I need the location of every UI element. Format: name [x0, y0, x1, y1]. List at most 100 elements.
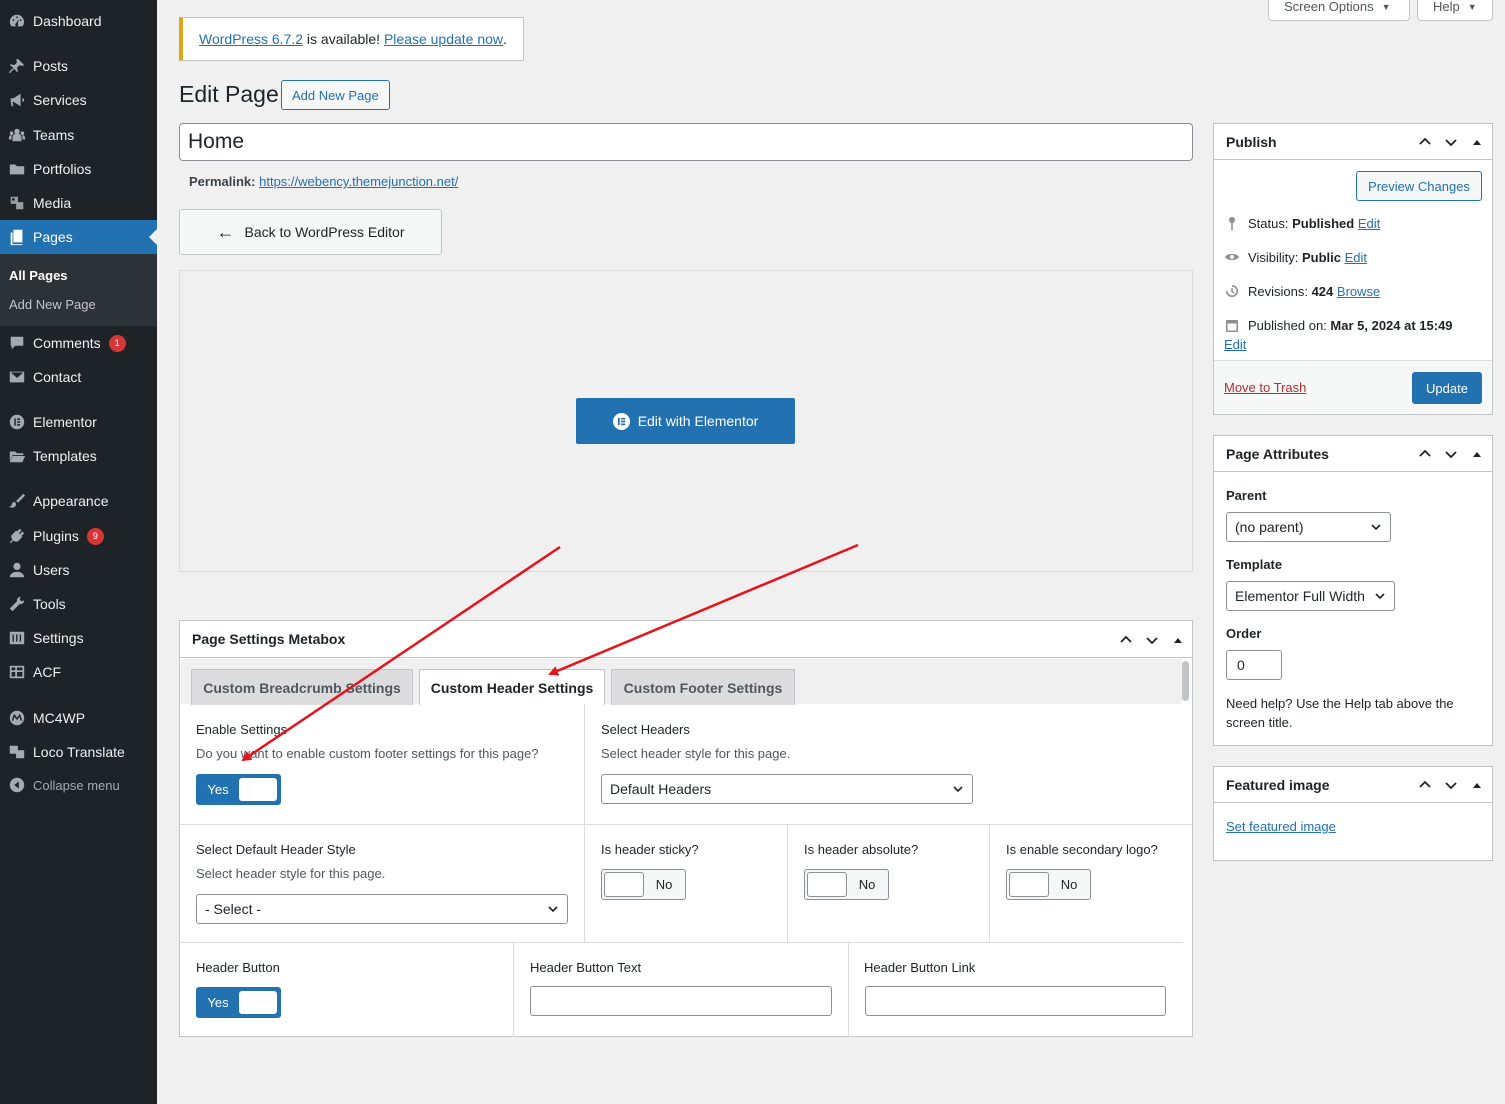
back-button-label: Back to WordPress Editor [244, 224, 405, 240]
toggle-panel-icon[interactable] [1466, 443, 1488, 465]
post-title-input[interactable] [179, 123, 1193, 161]
divider [513, 942, 514, 1037]
tab-custom-breadcrumb-settings[interactable]: Custom Breadcrumb Settings [191, 669, 413, 705]
header-button-toggle[interactable]: Yes [196, 987, 281, 1018]
sidebar-item-posts[interactable]: Posts [0, 49, 157, 83]
sidebar-item-mc4wp[interactable]: MC4WP [0, 701, 157, 735]
sidebar-item-pages[interactable]: Pages [0, 220, 157, 254]
help-button[interactable]: Help ▼ [1417, 0, 1493, 21]
attributes-help-text: Need help? Use the Help tab above the sc… [1226, 696, 1454, 730]
move-up-icon[interactable] [1116, 630, 1136, 650]
update-button[interactable]: Update [1412, 372, 1482, 404]
screen-options-button[interactable]: Screen Options ▼ [1268, 0, 1410, 21]
parent-dropdown[interactable]: (no parent) [1226, 512, 1391, 542]
template-dropdown[interactable]: Elementor Full Width [1226, 581, 1395, 611]
revisions-browse-link[interactable]: Browse [1337, 284, 1380, 299]
header-button-label: Header Button [196, 960, 280, 975]
order-input[interactable]: 0 [1226, 650, 1282, 680]
sidebar-item-media[interactable]: Media [0, 186, 157, 220]
sidebar-item-templates[interactable]: Templates [0, 439, 157, 473]
visibility-edit-link[interactable]: Edit [1345, 250, 1367, 265]
megaphone-icon [0, 91, 33, 109]
revisions-row: Revisions: 424 Browse [1224, 283, 1380, 299]
publish-header: Publish [1214, 124, 1492, 160]
toggle-panel-icon[interactable] [1168, 630, 1188, 650]
toggle-panel-icon[interactable] [1466, 131, 1488, 153]
submenu-add-new-page[interactable]: Add New Page [9, 297, 96, 312]
header-sticky-toggle[interactable]: No [601, 869, 686, 900]
toggle-knob [807, 872, 847, 897]
sidebar-item-loco-translate[interactable]: Loco Translate [0, 735, 157, 769]
back-to-wordpress-editor-button[interactable]: ← Back to WordPress Editor [179, 209, 442, 255]
metabox-scrollbar[interactable] [1182, 661, 1189, 701]
toggle-knob [1009, 872, 1049, 897]
wordpress-version-link[interactable]: WordPress 6.7.2 [199, 31, 303, 47]
page-attributes-header: Page Attributes [1214, 436, 1492, 472]
sidebar-item-tools[interactable]: Tools [0, 587, 157, 621]
calendar-icon [1226, 320, 1238, 332]
sidebar-item-label: Portfolios [33, 161, 92, 177]
sidebar-item-elementor[interactable]: Elementor [0, 405, 157, 439]
permalink-link[interactable]: https://webency.themejunction.net/ [259, 174, 458, 189]
metabox-header: Page Settings Metabox [180, 621, 1192, 658]
arrow-left-icon: ← [216, 221, 235, 242]
folder-icon [0, 160, 33, 178]
enable-settings-toggle[interactable]: Yes [196, 774, 281, 805]
header-button-link-input[interactable] [865, 986, 1166, 1016]
edit-with-elementor-button[interactable]: Edit with Elementor [576, 398, 795, 444]
sidebar-item-acf[interactable]: ACF [0, 655, 157, 689]
divider [848, 942, 849, 1037]
toggle-label: No [1060, 877, 1078, 892]
sidebar-item-teams[interactable]: Teams [0, 118, 157, 152]
header-button-text-input[interactable] [530, 986, 832, 1016]
set-featured-image-link[interactable]: Set featured image [1226, 819, 1336, 834]
move-up-icon[interactable] [1414, 131, 1436, 153]
chevron-down-icon [1375, 593, 1385, 600]
default-header-style-label: Select Default Header Style [196, 842, 356, 857]
sidebar-item-appearance[interactable]: Appearance [0, 484, 157, 518]
update-now-link[interactable]: Please update now [384, 31, 503, 47]
template-label: Template [1226, 557, 1283, 572]
move-down-icon[interactable] [1142, 630, 1162, 650]
status-edit-link[interactable]: Edit [1358, 216, 1380, 231]
move-down-icon[interactable] [1440, 131, 1462, 153]
sidebar-item-portfolios[interactable]: Portfolios [0, 152, 157, 186]
default-header-style-dropdown[interactable]: - Select - [196, 894, 568, 924]
visibility-label: Visibility: [1248, 249, 1302, 265]
notice-end: . [503, 31, 507, 47]
help-label: Help [1433, 0, 1460, 14]
secondary-logo-toggle[interactable]: No [1006, 869, 1091, 900]
add-new-page-button[interactable]: Add New Page [281, 80, 390, 110]
chevron-down-icon [548, 906, 558, 913]
sidebar-item-services[interactable]: Services [0, 83, 157, 117]
header-absolute-toggle[interactable]: No [804, 869, 889, 900]
sidebar-item-comments[interactable]: Comments 1 [0, 326, 157, 360]
tab-custom-footer-settings[interactable]: Custom Footer Settings [611, 669, 795, 705]
comment-icon [0, 334, 33, 352]
move-to-trash-link[interactable]: Move to Trash [1224, 380, 1306, 395]
pin-icon [0, 57, 33, 75]
move-up-icon[interactable] [1414, 443, 1436, 465]
sidebar-item-dashboard[interactable]: Dashboard [0, 4, 157, 38]
page-settings-metabox: Page Settings Metabox Custom Breadcrumb … [179, 620, 1193, 1037]
sidebar-item-contact[interactable]: Contact [0, 360, 157, 394]
page-attributes-title: Page Attributes [1226, 445, 1329, 462]
move-up-icon[interactable] [1414, 774, 1436, 796]
sidebar-item-users[interactable]: Users [0, 553, 157, 587]
header-sticky-label: Is header sticky? [601, 842, 699, 857]
mail-icon [0, 368, 33, 386]
pages-submenu: All Pages Add New Page [0, 254, 157, 326]
collapse-menu-button[interactable]: Collapse menu [0, 768, 157, 802]
move-down-icon[interactable] [1440, 774, 1462, 796]
select-headers-dropdown[interactable]: Default Headers [601, 774, 973, 804]
sidebar-item-plugins[interactable]: Plugins 9 [0, 519, 157, 553]
sidebar-item-label: Loco Translate [33, 744, 125, 760]
move-down-icon[interactable] [1440, 443, 1462, 465]
eye-icon [1225, 254, 1239, 260]
tab-custom-header-settings[interactable]: Custom Header Settings [419, 669, 605, 705]
published-edit-link[interactable]: Edit [1224, 337, 1246, 352]
sidebar-item-settings[interactable]: Settings [0, 621, 157, 655]
preview-changes-button[interactable]: Preview Changes [1356, 171, 1482, 201]
toggle-panel-icon[interactable] [1466, 774, 1488, 796]
submenu-all-pages[interactable]: All Pages [9, 268, 68, 283]
